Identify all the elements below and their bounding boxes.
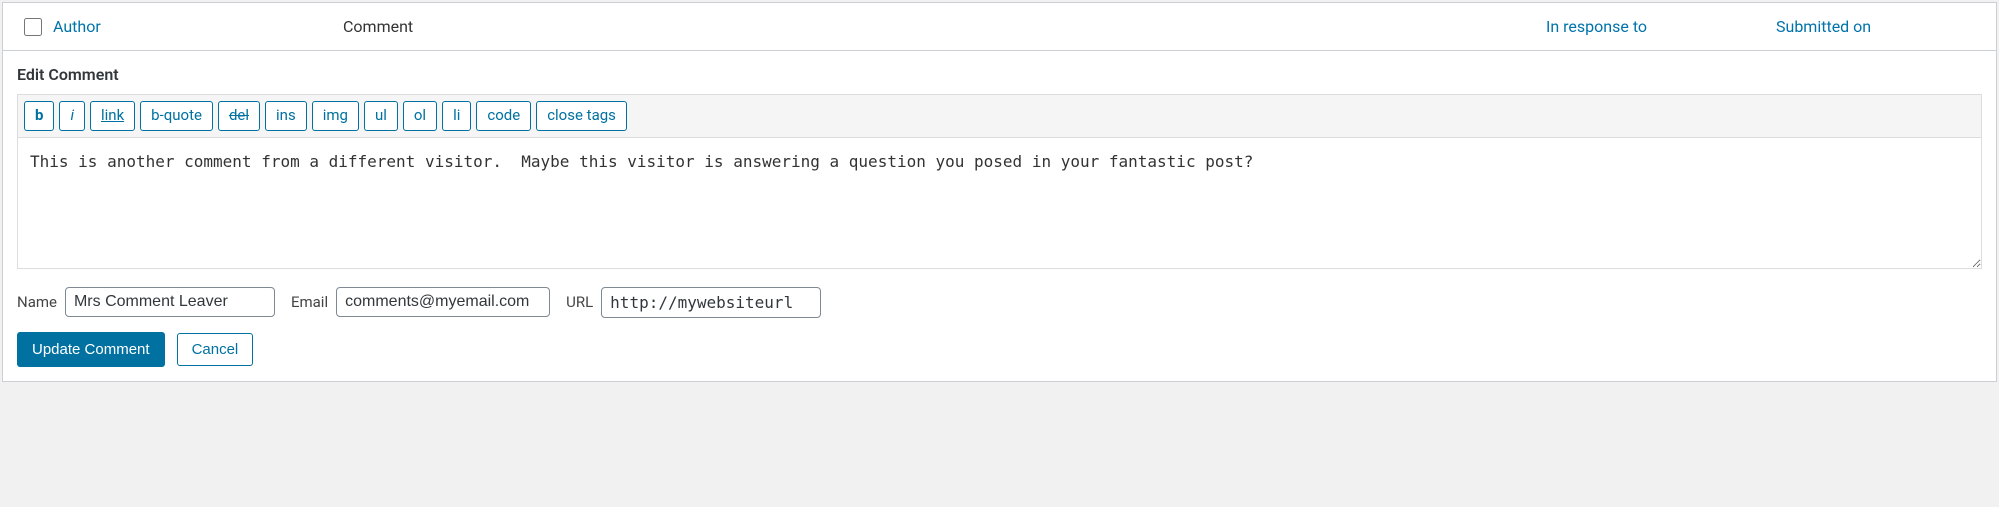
author-url-input[interactable]	[601, 287, 821, 318]
select-all-checkbox[interactable]	[24, 18, 42, 36]
comments-table: Author Comment In response to Submitted …	[2, 2, 1997, 382]
column-header-submitted[interactable]: Submitted on	[1776, 17, 1986, 36]
qt-ins-button[interactable]: ins	[265, 101, 307, 131]
email-label: Email	[291, 293, 328, 311]
update-comment-button[interactable]: Update Comment	[17, 332, 165, 367]
author-email-input[interactable]	[336, 287, 550, 317]
select-all-cell	[13, 18, 53, 36]
edit-comment-title: Edit Comment	[3, 51, 1996, 94]
comment-content-textarea[interactable]	[18, 138, 1981, 268]
qt-link-button[interactable]: link	[90, 101, 135, 131]
qt-bold-button[interactable]: b	[24, 101, 54, 131]
submitted-sort-link[interactable]: Submitted on	[1776, 17, 1871, 36]
name-label: Name	[17, 293, 57, 311]
author-name-input[interactable]	[65, 287, 275, 317]
inline-edit-row: Edit Comment b i link b-quote del ins im…	[3, 51, 1996, 381]
qt-img-button[interactable]: img	[312, 101, 359, 131]
cancel-button[interactable]: Cancel	[177, 333, 254, 366]
qt-bquote-button[interactable]: b-quote	[140, 101, 213, 131]
table-header-row: Author Comment In response to Submitted …	[3, 3, 1996, 51]
url-field-group: URL	[566, 287, 821, 318]
qt-ol-button[interactable]: ol	[403, 101, 437, 131]
qt-code-button[interactable]: code	[476, 101, 531, 131]
qt-del-button[interactable]: del	[218, 101, 260, 131]
response-sort-link[interactable]: In response to	[1546, 17, 1647, 36]
name-field-group: Name	[17, 287, 275, 317]
editor-wrap: b i link b-quote del ins img ul ol li co…	[17, 94, 1982, 269]
qt-ul-button[interactable]: ul	[364, 101, 398, 131]
quicktags-toolbar: b i link b-quote del ins img ul ol li co…	[18, 95, 1981, 138]
qt-li-button[interactable]: li	[442, 101, 471, 131]
url-label: URL	[566, 293, 593, 311]
column-header-author[interactable]: Author	[53, 17, 343, 36]
qt-close-button[interactable]: close tags	[536, 101, 627, 131]
author-fields-row: Name Email URL	[3, 269, 1996, 332]
author-sort-link[interactable]: Author	[53, 17, 101, 36]
qt-italic-button[interactable]: i	[59, 101, 85, 131]
column-header-comment: Comment	[343, 17, 1546, 36]
edit-actions-row: Update Comment Cancel	[3, 332, 1996, 367]
column-header-response[interactable]: In response to	[1546, 17, 1776, 36]
email-field-group: Email	[291, 287, 550, 317]
